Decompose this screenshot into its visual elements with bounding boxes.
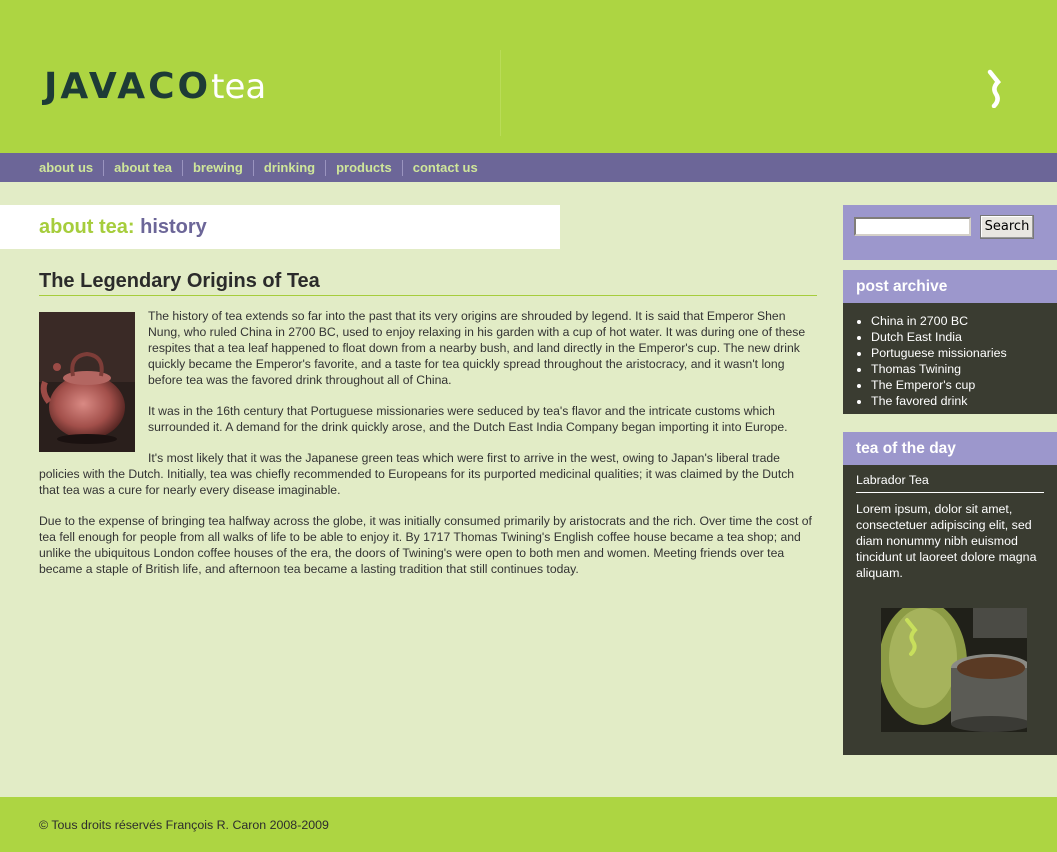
- post-archive: post archive China in 2700 BC Dutch East…: [843, 270, 1057, 414]
- nav-about-tea[interactable]: about tea: [103, 159, 182, 176]
- search-box: Search: [843, 205, 1057, 260]
- article-paragraph-3: It's most likely that it was the Japanes…: [39, 451, 795, 497]
- tea-tin-image: [881, 608, 1027, 732]
- page-title: about tea: history: [39, 216, 207, 239]
- search-button[interactable]: Search: [980, 215, 1034, 239]
- article-paragraph-2: It was in the 16th century that Portugue…: [148, 404, 788, 434]
- main-nav: about us about tea brewing drinking prod…: [0, 153, 1057, 182]
- tea-of-the-day: tea of the day Labrador Tea Lorem ipsum,…: [843, 432, 1057, 755]
- site-header: JAVACOtea: [0, 0, 1057, 153]
- article: The Legendary Origins of Tea The history…: [39, 271, 817, 592]
- copyright: © Tous droits réservés François R. Caron…: [39, 818, 329, 832]
- page-title-bar: about tea: history: [0, 205, 560, 249]
- archive-item[interactable]: The Emperor's cup: [871, 377, 1057, 393]
- page-title-subsection: history: [140, 216, 207, 238]
- article-paragraph-4: Due to the expense of bringing tea halfw…: [39, 514, 812, 576]
- search-input[interactable]: [854, 217, 971, 236]
- archive-item[interactable]: Portuguese missionaries: [871, 345, 1057, 361]
- tea-description: Lorem ipsum, dolor sit amet, consectetue…: [856, 502, 1037, 580]
- header-divider: [500, 50, 501, 136]
- page-title-section: about tea:: [39, 216, 135, 238]
- nav-about-us[interactable]: about us: [29, 160, 103, 176]
- archive-item[interactable]: The favored drink: [871, 393, 1057, 409]
- post-archive-title: post archive: [843, 270, 1057, 303]
- tea-of-the-day-body: Labrador Tea Lorem ipsum, dolor sit amet…: [843, 465, 1057, 755]
- nav-products[interactable]: products: [325, 159, 402, 176]
- site-footer: © Tous droits réservés François R. Caron…: [0, 797, 1057, 852]
- nav-brewing[interactable]: brewing: [181, 159, 253, 176]
- leaf-mark-icon: [987, 69, 1002, 108]
- site-logo[interactable]: JAVACOtea: [44, 66, 266, 107]
- tea-of-the-day-title: tea of the day: [843, 432, 1057, 465]
- article-heading: The Legendary Origins of Tea: [39, 271, 817, 296]
- archive-item[interactable]: Dutch East India: [871, 329, 1057, 345]
- archive-item[interactable]: China in 2700 BC: [871, 313, 1057, 329]
- article-paragraph-1: The history of tea extends so far into t…: [39, 308, 817, 452]
- nav-drinking[interactable]: drinking: [252, 159, 325, 176]
- article-paragraph-1-text: The history of tea extends so far into t…: [148, 309, 806, 387]
- post-archive-body: China in 2700 BC Dutch East India Portug…: [843, 303, 1057, 414]
- tea-name: Labrador Tea: [856, 473, 1044, 493]
- archive-item[interactable]: Thomas Twining: [871, 361, 1057, 377]
- nav-contact-us[interactable]: contact us: [401, 159, 488, 176]
- logo-main-text: JAVACO: [44, 66, 212, 107]
- teapot-image: [39, 312, 135, 452]
- logo-sub-text: tea: [211, 67, 267, 107]
